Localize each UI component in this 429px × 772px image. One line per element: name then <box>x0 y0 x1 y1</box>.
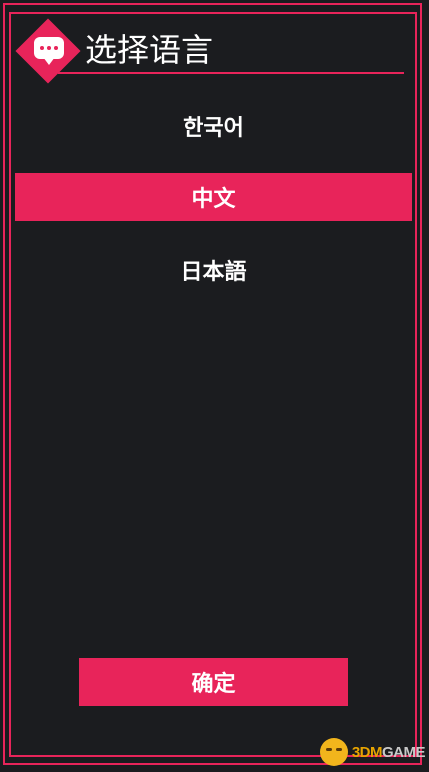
ellipsis-dot <box>54 46 58 50</box>
watermark: 3DMGAME <box>319 738 426 766</box>
language-option-chinese[interactable]: 中文 <box>15 173 412 221</box>
ellipsis-icon <box>34 37 64 59</box>
language-option-japanese[interactable]: 日本語 <box>15 246 412 294</box>
ellipsis-dot <box>40 46 44 50</box>
confirm-button[interactable]: 确定 <box>79 658 348 706</box>
mascot-face-icon <box>319 738 348 766</box>
ellipsis-dot <box>47 46 51 50</box>
dialog-title: 选择语言 <box>85 31 214 69</box>
title-underline <box>58 72 404 74</box>
watermark-text: 3DMGAME <box>351 743 426 761</box>
language-option-korean[interactable]: 한국어 <box>15 102 412 150</box>
